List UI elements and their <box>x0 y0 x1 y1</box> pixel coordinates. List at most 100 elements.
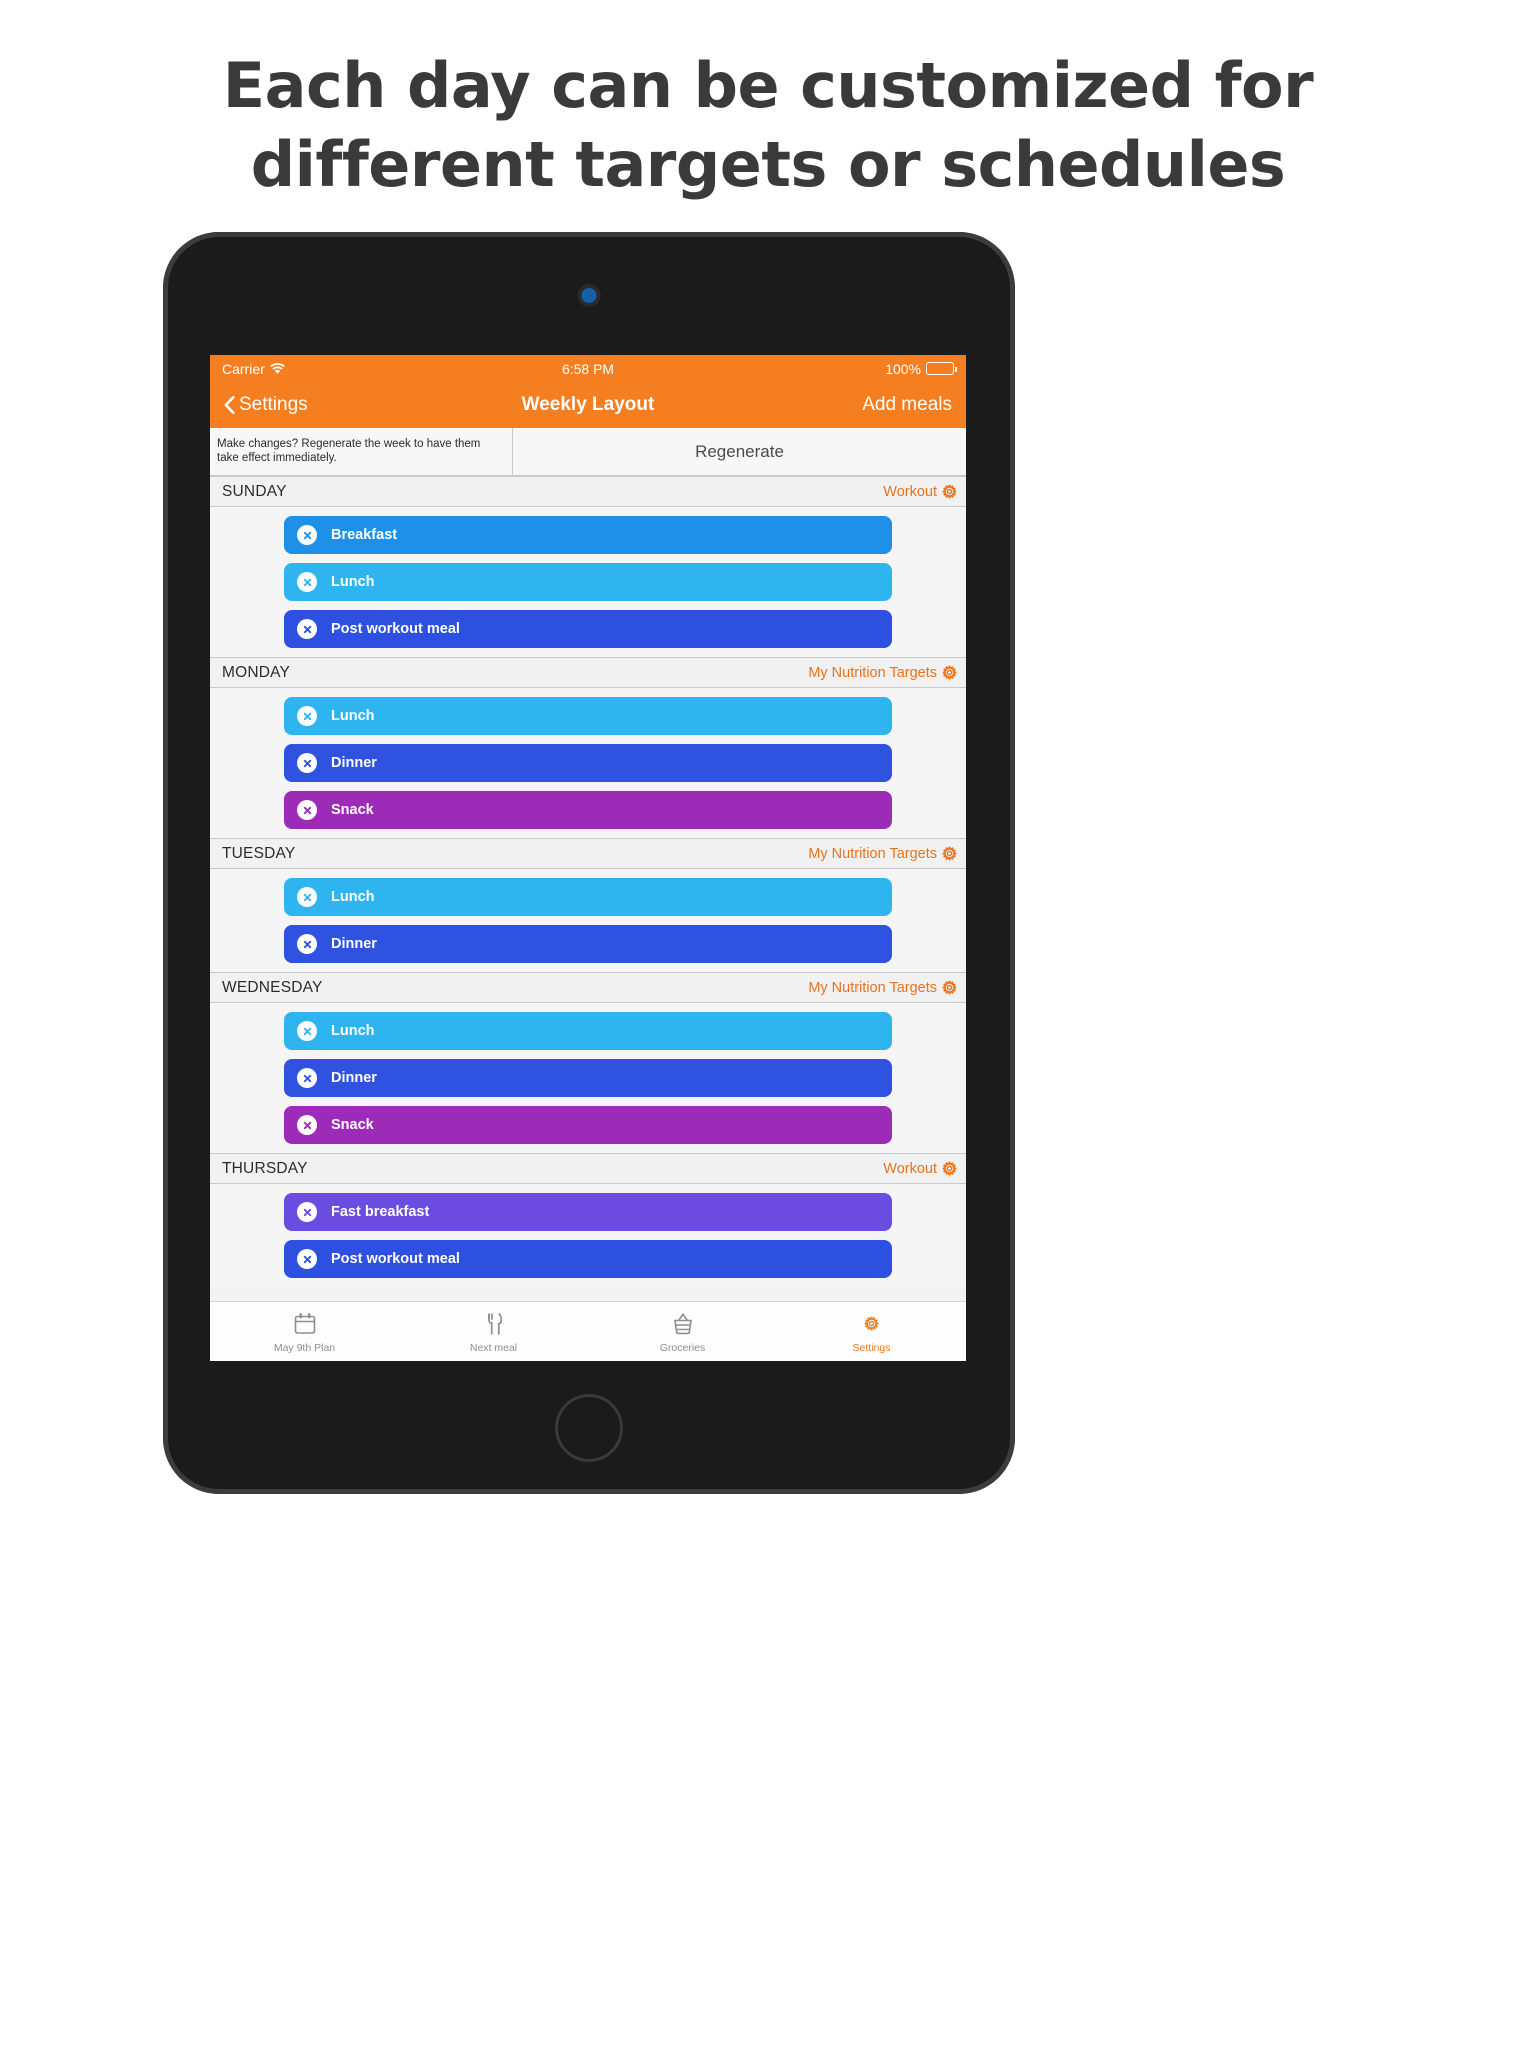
gear-icon <box>942 665 957 680</box>
day-name-label: SUNDAY <box>222 482 287 500</box>
home-button[interactable] <box>555 1394 623 1462</box>
screen-title: Weekly Layout <box>521 394 655 415</box>
meal-label: Dinner <box>331 936 377 952</box>
remove-circle-icon[interactable] <box>297 706 317 726</box>
meal-label: Lunch <box>331 889 375 905</box>
meal-pill[interactable]: Dinner <box>284 1059 892 1097</box>
day-tag-label: Workout <box>883 483 937 500</box>
gear-icon <box>858 1310 886 1338</box>
remove-circle-icon[interactable] <box>297 800 317 820</box>
meal-pill[interactable]: Lunch <box>284 1012 892 1050</box>
back-button-label: Settings <box>239 394 308 415</box>
day-name-label: THURSDAY <box>222 1159 308 1177</box>
meal-label: Dinner <box>331 755 377 771</box>
meal-pill[interactable]: Dinner <box>284 744 892 782</box>
day-tag-label: My Nutrition Targets <box>808 664 937 681</box>
status-bar-right: 100% <box>614 360 958 377</box>
status-bar-left: Carrier <box>222 361 562 377</box>
regenerate-row: Make changes? Regenerate the week to hav… <box>210 428 966 476</box>
meal-pill[interactable]: Post workout meal <box>284 1240 892 1278</box>
meal-pill[interactable]: Snack <box>284 791 892 829</box>
day-header: WEDNESDAY My Nutrition Targets <box>210 972 966 1003</box>
meal-label: Lunch <box>331 708 375 724</box>
day-meal-list: Lunch Dinner Snack <box>210 688 966 838</box>
fork-knife-icon <box>480 1310 508 1338</box>
basket-icon <box>669 1310 697 1338</box>
tab-may-9th-plan[interactable]: May 9th Plan <box>210 1310 399 1354</box>
remove-circle-icon[interactable] <box>297 525 317 545</box>
day-tag-label: My Nutrition Targets <box>808 979 937 996</box>
tab-settings[interactable]: Settings <box>777 1310 966 1354</box>
day-meal-list: Breakfast Lunch Post workout meal <box>210 507 966 657</box>
weekly-layout-list: SUNDAY Workout Breakfast Lunch Post worko… <box>210 476 966 1287</box>
day-settings-button[interactable]: Workout <box>883 1161 957 1177</box>
meal-pill[interactable]: Breakfast <box>284 516 892 554</box>
battery-full-icon <box>926 362 958 375</box>
tablet-device-frame: Carrier 6:58 PM 100% Settings Weekly Lay… <box>163 232 1015 1494</box>
day-settings-button[interactable]: Workout <box>883 484 957 500</box>
remove-circle-icon[interactable] <box>297 934 317 954</box>
back-button[interactable]: Settings <box>224 394 308 416</box>
meal-pill[interactable]: Snack <box>284 1106 892 1144</box>
meal-label: Snack <box>331 1117 374 1133</box>
day-header: TUESDAY My Nutrition Targets <box>210 838 966 869</box>
remove-circle-icon[interactable] <box>297 572 317 592</box>
meal-label: Dinner <box>331 1070 377 1086</box>
remove-circle-icon[interactable] <box>297 753 317 773</box>
day-meal-list: Lunch Dinner Snack <box>210 1003 966 1153</box>
day-tag-label: Workout <box>883 1160 937 1177</box>
chevron-left-icon <box>224 396 235 414</box>
tab-next-meal[interactable]: Next meal <box>399 1310 588 1354</box>
day-name-label: TUESDAY <box>222 844 296 862</box>
carrier-label: Carrier <box>222 360 265 377</box>
meal-pill[interactable]: Lunch <box>284 878 892 916</box>
tab-label: Settings <box>852 1341 891 1354</box>
meal-label: Fast breakfast <box>331 1204 430 1220</box>
tab-groceries[interactable]: Groceries <box>588 1310 777 1354</box>
bottom-tab-bar: May 9th Plan Next meal Groceries Setting… <box>210 1301 966 1361</box>
gear-icon <box>942 484 957 499</box>
regenerate-button[interactable]: Regenerate <box>513 428 966 475</box>
day-name-label: WEDNESDAY <box>222 978 323 996</box>
battery-percent-label: 100% <box>885 360 922 377</box>
app-screen: Carrier 6:58 PM 100% Settings Weekly Lay… <box>210 355 966 1361</box>
remove-circle-icon[interactable] <box>297 1115 317 1135</box>
meal-label: Post workout meal <box>331 1251 460 1267</box>
page-root: Each day can be customized for different… <box>0 0 1536 2048</box>
day-header: MONDAY My Nutrition Targets <box>210 657 966 688</box>
add-meals-button[interactable]: Add meals <box>862 394 952 416</box>
gear-icon <box>942 980 957 995</box>
meal-label: Breakfast <box>331 527 398 543</box>
remove-circle-icon[interactable] <box>297 1202 317 1222</box>
day-settings-button[interactable]: My Nutrition Targets <box>808 846 957 862</box>
wifi-icon <box>269 362 285 375</box>
meal-pill[interactable]: Lunch <box>284 697 892 735</box>
meal-label: Lunch <box>331 574 375 590</box>
remove-circle-icon[interactable] <box>297 887 317 907</box>
day-settings-button[interactable]: My Nutrition Targets <box>808 980 957 996</box>
page-title: Each day can be customized for different… <box>222 49 1314 202</box>
day-header: SUNDAY Workout <box>210 476 966 507</box>
navigation-bar: Settings Weekly Layout Add meals <box>210 382 966 428</box>
remove-circle-icon[interactable] <box>297 1021 317 1041</box>
day-meal-list: Fast breakfast Post workout meal <box>210 1184 966 1287</box>
day-header: THURSDAY Workout <box>210 1153 966 1184</box>
calendar-icon <box>291 1310 319 1338</box>
meal-pill[interactable]: Post workout meal <box>284 610 892 648</box>
day-name-label: MONDAY <box>222 663 291 681</box>
meal-pill[interactable]: Dinner <box>284 925 892 963</box>
meal-pill[interactable]: Lunch <box>284 563 892 601</box>
remove-circle-icon[interactable] <box>297 1249 317 1269</box>
day-settings-button[interactable]: My Nutrition Targets <box>808 665 957 681</box>
remove-circle-icon[interactable] <box>297 1068 317 1088</box>
front-camera <box>581 288 597 303</box>
status-bar: Carrier 6:58 PM 100% <box>210 355 966 382</box>
meal-label: Lunch <box>331 1023 375 1039</box>
gear-icon <box>942 846 957 861</box>
remove-circle-icon[interactable] <box>297 619 317 639</box>
regenerate-message: Make changes? Regenerate the week to hav… <box>210 428 513 475</box>
meal-label: Post workout meal <box>331 621 460 637</box>
tab-label: Groceries <box>659 1341 706 1354</box>
meal-pill[interactable]: Fast breakfast <box>284 1193 892 1231</box>
tab-label: May 9th Plan <box>273 1341 336 1354</box>
